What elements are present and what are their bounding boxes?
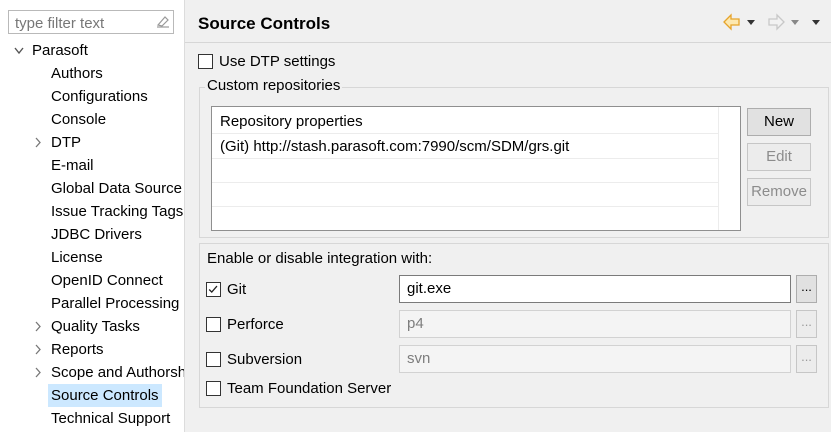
remove-button[interactable]: Remove — [747, 178, 811, 206]
tree-item-label: Reports — [51, 341, 104, 358]
subversion-browse-button[interactable]: ... — [796, 345, 817, 373]
filter-input[interactable] — [8, 10, 174, 34]
git-label: Git — [227, 281, 247, 298]
tree-item-openid-connect[interactable]: OpenID Connect — [0, 269, 184, 292]
team-foundation-server-label: Team Foundation Server — [227, 380, 392, 397]
chevron-right-icon[interactable] — [33, 338, 43, 361]
back-history-chevron-icon[interactable] — [747, 20, 755, 25]
tree-item-technical-support[interactable]: Technical Support — [0, 407, 184, 430]
subversion-label: Subversion — [227, 351, 303, 368]
navigation-toolbar — [723, 13, 820, 31]
perforce-checkbox[interactable] — [206, 317, 221, 332]
title-separator — [185, 42, 831, 43]
tree-item-label: Global Data Source — [51, 180, 182, 197]
back-arrow-icon[interactable] — [723, 13, 740, 31]
chevron-down-icon[interactable] — [14, 39, 24, 62]
git-browse-button[interactable]: ... — [796, 275, 817, 303]
tree-item-e-mail[interactable]: E-mail — [0, 154, 184, 177]
custom-repositories-title: Custom repositories — [205, 77, 343, 94]
perforce-browse-button[interactable]: ... — [796, 310, 817, 338]
tree-item-label: DTP — [51, 134, 81, 151]
preferences-tree-panel: Parasoft Authors Configurations Console DTP… — [0, 0, 184, 432]
clear-filter-icon[interactable] — [156, 14, 170, 28]
tree-item-parallel-processing[interactable]: Parallel Processing — [0, 292, 184, 315]
table-row-empty — [212, 159, 718, 183]
tree-item-reports[interactable]: Reports — [0, 338, 184, 361]
table-header: Repository properties — [212, 110, 718, 134]
tree-item-dtp[interactable]: DTP — [0, 131, 184, 154]
tree-item-label: E-mail — [51, 157, 94, 174]
tree-item-label: Issue Tracking Tags — [51, 203, 184, 220]
tree-item-label: Quality Tasks — [51, 318, 140, 335]
subversion-path-field[interactable]: svn — [399, 345, 791, 373]
tree-item-jdbc-drivers[interactable]: JDBC Drivers — [0, 223, 184, 246]
table-row-empty — [212, 183, 718, 207]
tree-item-label: Technical Support — [51, 410, 171, 427]
tree-item-authors[interactable]: Authors — [0, 62, 184, 85]
table-row[interactable]: (Git) http://stash.parasoft.com:7990/scm… — [212, 135, 718, 159]
tree-item-label: Console — [51, 111, 107, 128]
tree-item-label: Scope and Authorship — [51, 364, 184, 381]
tree-item-source-controls[interactable]: Source Controls — [0, 384, 184, 407]
use-dtp-settings-label: Use DTP settings — [219, 53, 336, 70]
perforce-path-field[interactable]: p4 — [399, 310, 791, 338]
tree-item-license[interactable]: License — [0, 246, 184, 269]
tree-item-console[interactable]: Console — [0, 108, 184, 131]
tree-item-label: License — [51, 249, 103, 266]
git-path-field[interactable]: git.exe — [399, 275, 791, 303]
repositories-table[interactable]: Repository properties (Git) http://stash… — [211, 106, 741, 231]
view-menu-icon[interactable] — [812, 20, 820, 25]
integration-title: Enable or disable integration with: — [205, 250, 435, 267]
page-title: Source Controls — [198, 14, 331, 33]
chevron-right-icon[interactable] — [33, 131, 43, 154]
new-button[interactable]: New — [747, 108, 811, 136]
column-divider — [718, 107, 719, 230]
subversion-checkbox[interactable] — [206, 352, 221, 367]
tree-item-label: JDBC Drivers — [51, 226, 142, 243]
tree-item-label: Authors — [51, 65, 103, 82]
check-icon — [208, 285, 218, 294]
tree-item-label: Source Controls — [48, 384, 162, 407]
chevron-right-icon[interactable] — [33, 315, 43, 338]
tree-item-label: Parasoft — [32, 42, 88, 59]
tree-item-global-data-source[interactable]: Global Data Source — [0, 177, 184, 200]
edit-button[interactable]: Edit — [747, 143, 811, 171]
forward-history-chevron-icon[interactable] — [791, 20, 799, 25]
git-checkbox[interactable] — [206, 282, 221, 297]
tree-item-label: Parallel Processing — [51, 295, 180, 312]
tree-item-label: OpenID Connect — [51, 272, 163, 289]
team-foundation-server-checkbox[interactable] — [206, 381, 221, 396]
tree-item-scope-and-authorship[interactable]: Scope and Authorship — [0, 361, 184, 384]
table-row-empty — [212, 207, 718, 230]
tree-item-quality-tasks[interactable]: Quality Tasks — [0, 315, 184, 338]
forward-arrow-icon[interactable] — [768, 13, 785, 31]
tree-item-issue-tracking-tags[interactable]: Issue Tracking Tags — [0, 200, 184, 223]
tree-item-label: Configurations — [51, 88, 148, 105]
tree-item-parasoft[interactable]: Parasoft — [0, 39, 184, 62]
tree-item-configurations[interactable]: Configurations — [0, 85, 184, 108]
source-controls-page: Source Controls Use DTP settings Custom … — [185, 0, 831, 432]
use-dtp-settings-checkbox[interactable] — [198, 54, 213, 69]
perforce-label: Perforce — [227, 316, 284, 333]
chevron-right-icon[interactable] — [33, 361, 43, 384]
